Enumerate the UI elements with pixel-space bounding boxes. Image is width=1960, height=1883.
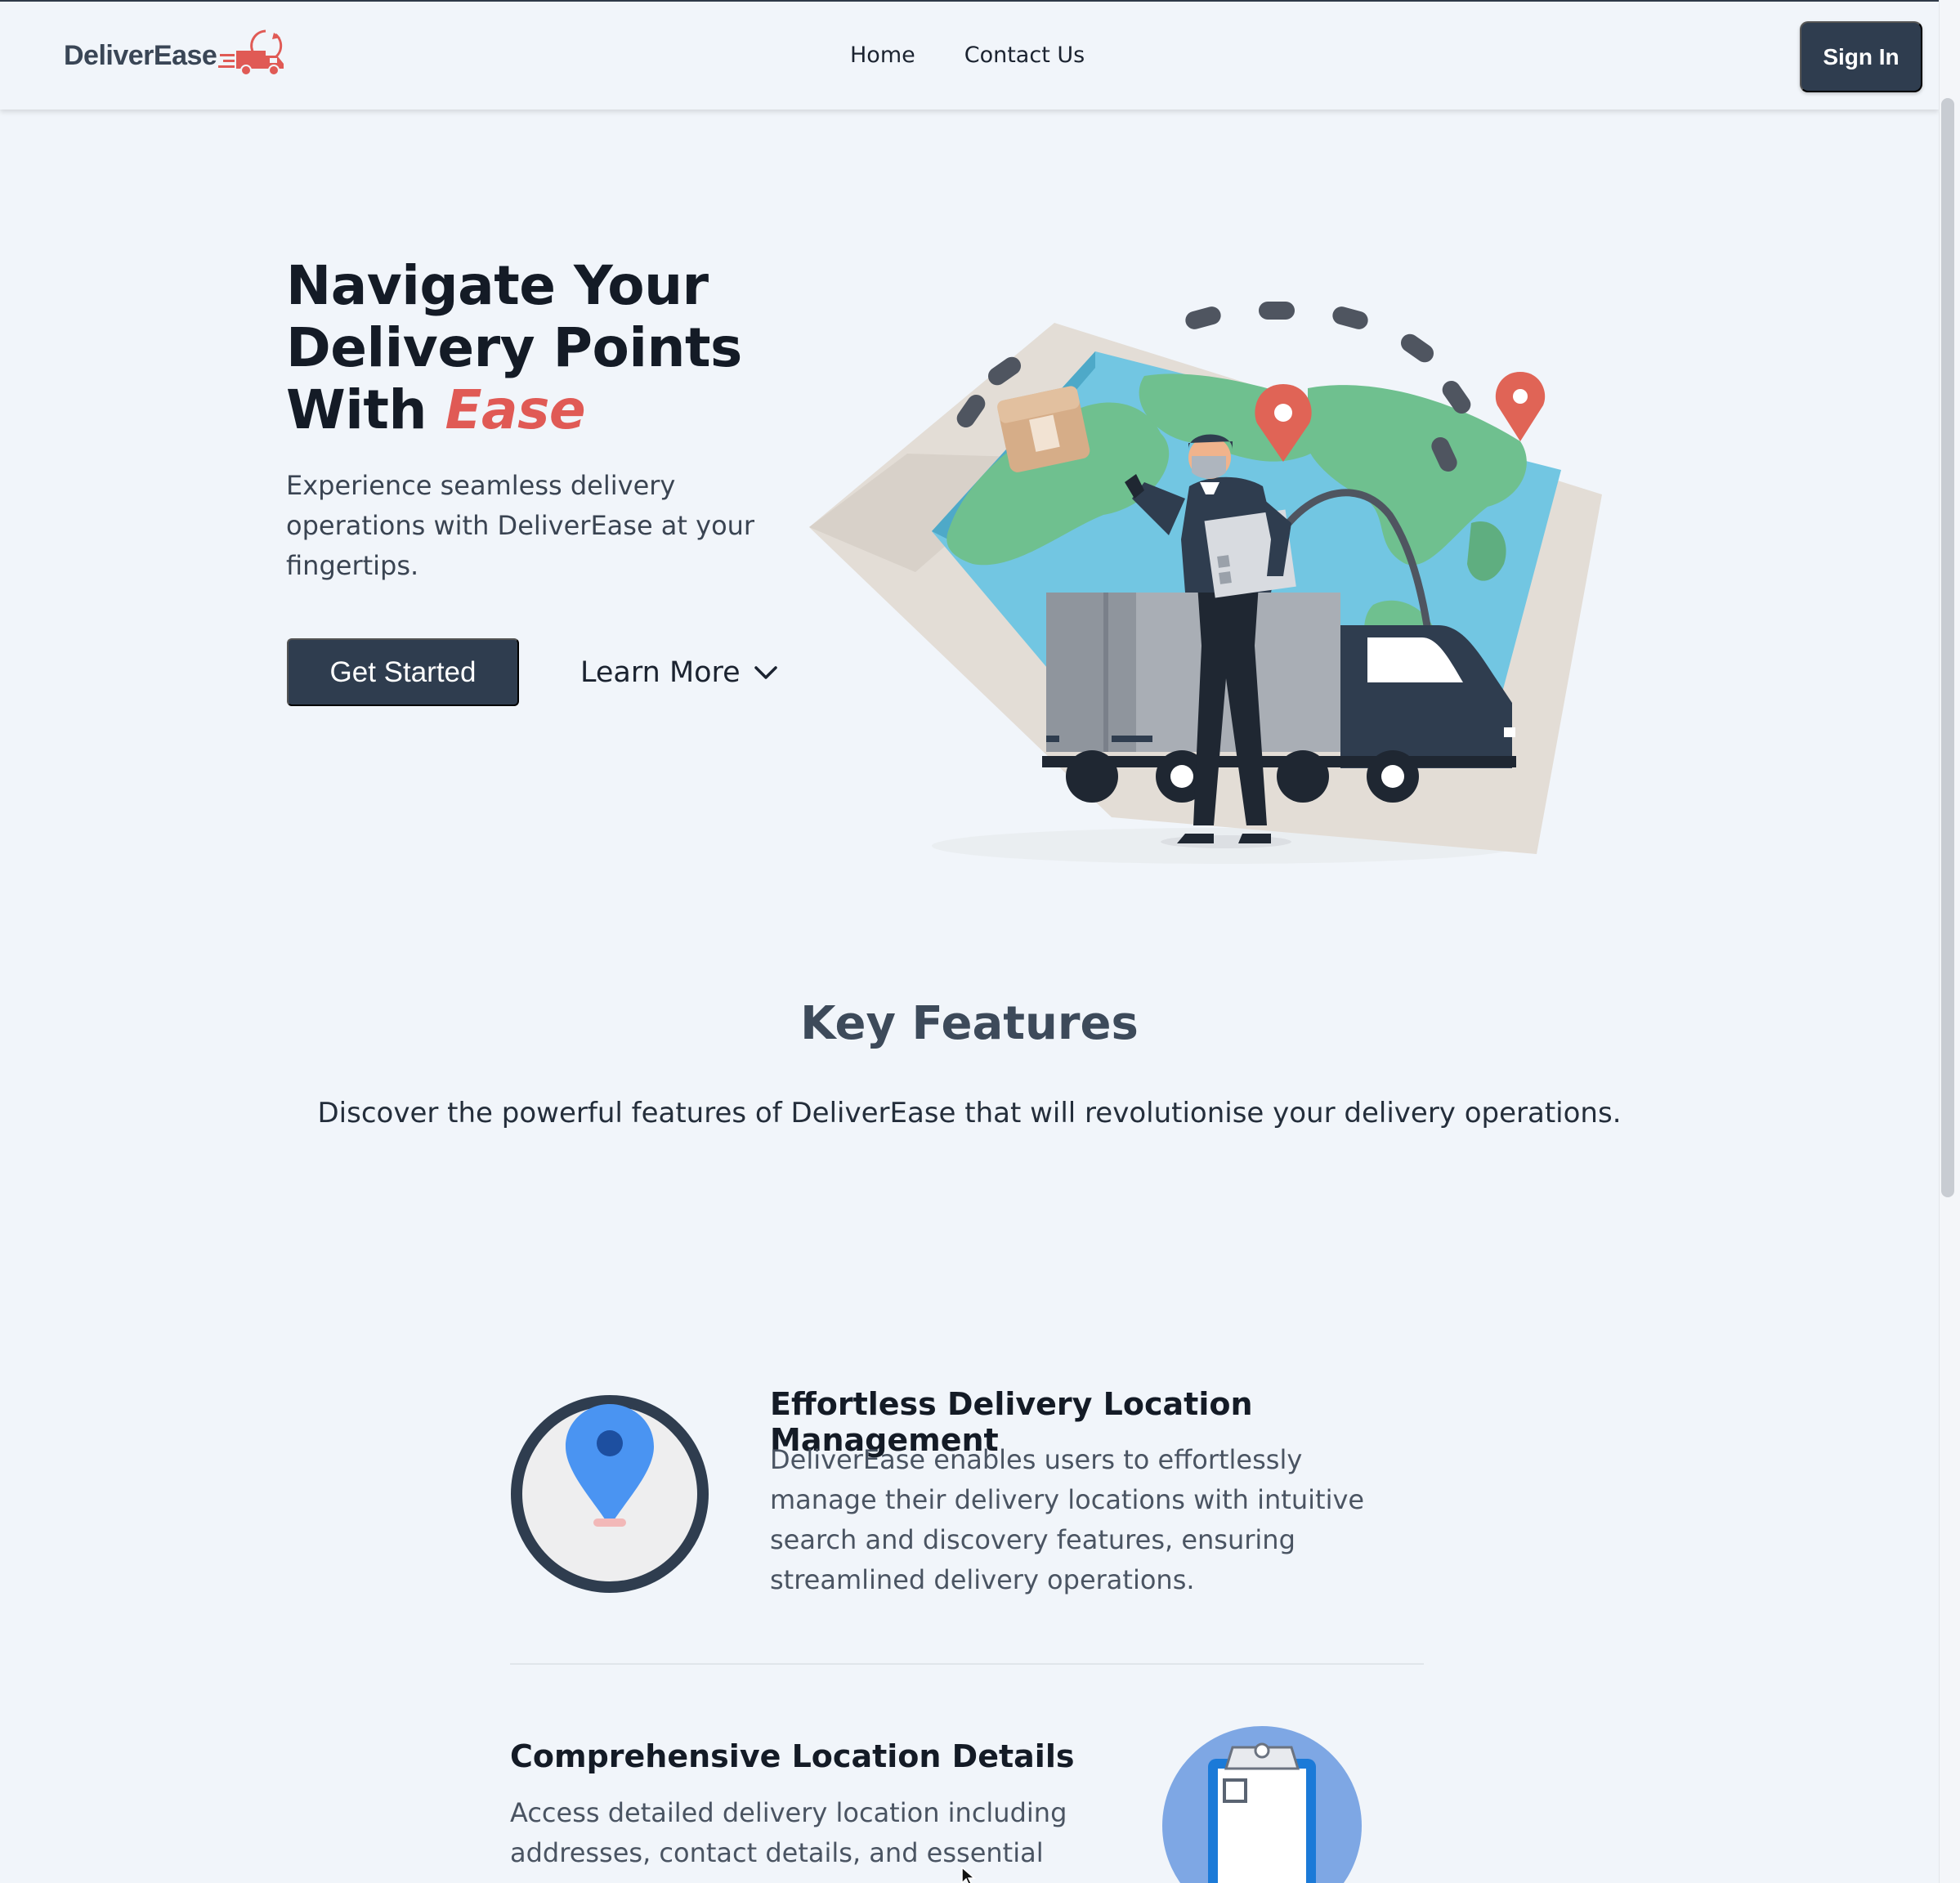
learn-more-label: Learn More [580, 655, 741, 689]
page: DeliverEase Home Contact Us Sign In Navi… [0, 0, 1960, 1883]
key-features-title: Key Features [800, 997, 1139, 1050]
hero-title-line1: Navigate Your [286, 254, 709, 317]
main-nav: Home Contact Us [850, 42, 1085, 68]
feature-title-location-details: Comprehensive Location Details [510, 1738, 1075, 1774]
nav-link-home[interactable]: Home [850, 42, 915, 68]
clipboard-icon [1162, 1726, 1362, 1883]
feature-description-location-details: Access detailed delivery location includ… [510, 1797, 1067, 1883]
mouse-cursor-icon [961, 1867, 977, 1883]
chevron-down-icon [754, 665, 777, 679]
scrollbar-thumb[interactable] [1941, 98, 1954, 1197]
feature-description-location-management: DeliverEase enables users to effortlessl… [770, 1444, 1365, 1595]
nav-link-contact-us[interactable]: Contact Us [964, 42, 1085, 68]
sign-in-button[interactable]: Sign In [1800, 21, 1922, 92]
learn-more-button[interactable]: Learn More [580, 638, 778, 706]
hero-title: Navigate Your Delivery Points With Ease [286, 255, 793, 441]
navbar: DeliverEase Home Contact Us Sign In [0, 0, 1939, 110]
feature-divider [510, 1663, 1424, 1665]
logo[interactable]: DeliverEase [64, 26, 293, 85]
logo-text: DeliverEase [64, 39, 217, 71]
hero-title-with: With [286, 378, 427, 441]
get-started-button[interactable]: Get Started [287, 638, 519, 706]
hero-subtitle: Experience seamless delivery operations … [286, 470, 755, 581]
hero-title-line2: Delivery Points [286, 316, 742, 379]
delivery-map-illustration [809, 302, 1602, 864]
location-pin-icon [511, 1395, 709, 1593]
hero-title-accent: Ease [445, 378, 586, 441]
delivery-truck-icon [218, 29, 284, 76]
key-features-subtitle: Discover the powerful features of Delive… [317, 1097, 1622, 1129]
